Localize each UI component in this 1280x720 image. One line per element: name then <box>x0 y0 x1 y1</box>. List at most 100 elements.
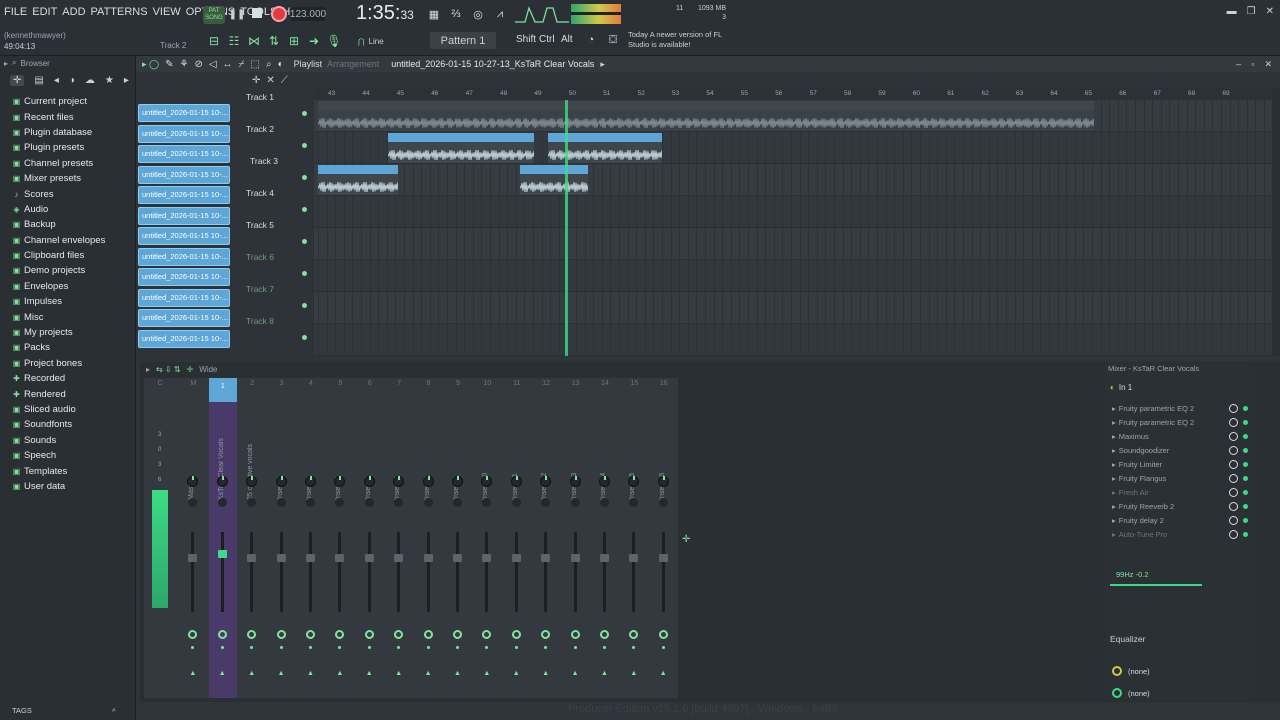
slot-enable-led[interactable] <box>1243 462 1248 467</box>
send-arrow-icon[interactable]: ▲ <box>366 670 373 677</box>
route-dot-icon[interactable] <box>397 646 401 649</box>
slot-expand-icon[interactable]: ▸ <box>1112 432 1116 441</box>
route-dot-icon[interactable] <box>426 646 430 649</box>
audio-clip[interactable]: untitled_2026-01-15 1..35_KsTaR Clear Vo… <box>388 133 534 163</box>
send-arrow-icon[interactable]: ▲ <box>454 670 461 677</box>
route-dot-icon[interactable] <box>661 646 665 649</box>
route-dot-icon[interactable] <box>338 646 342 649</box>
fx-enable-icon[interactable] <box>335 630 345 639</box>
pan-knob[interactable] <box>657 476 669 487</box>
pan-knob[interactable] <box>187 476 199 487</box>
pan-knob[interactable] <box>216 476 228 487</box>
slip-tool-icon[interactable]: ↔ <box>223 59 233 70</box>
browser-item[interactable]: ▣ Soundfonts <box>0 417 135 432</box>
track-mute-led[interactable] <box>302 335 307 340</box>
pan-knob[interactable] <box>305 476 316 487</box>
send-arrow-icon[interactable]: ▲ <box>660 670 667 677</box>
browser-item[interactable]: ▣ Channel envelopes <box>0 233 135 248</box>
typing-keyboard-icon[interactable]: ▦ <box>425 6 443 22</box>
browser-item[interactable]: ▣ User data <box>0 479 135 494</box>
stereo-knob[interactable] <box>217 498 227 507</box>
pat-song-toggle[interactable]: PAT SONG <box>203 6 225 24</box>
fx-enable-icon[interactable] <box>511 630 521 639</box>
pattern-selector[interactable]: Pattern 1 <box>430 32 496 49</box>
fx-enable-icon[interactable] <box>364 630 374 639</box>
browser-item[interactable]: ◈ Audio <box>0 202 135 217</box>
track-mute-led[interactable] <box>302 207 307 212</box>
select-tool-icon[interactable]: ⬚ <box>251 59 260 70</box>
stereo-knob[interactable] <box>306 498 315 507</box>
stereo-knob[interactable] <box>247 498 257 507</box>
pattern-clip[interactable]: untitled_2026-01-15 10-... <box>138 104 230 122</box>
slot-enable-led[interactable] <box>1243 490 1248 495</box>
track-lane[interactable] <box>314 324 1272 356</box>
volume-fader-track[interactable] <box>426 532 430 612</box>
menu-file[interactable]: FILE <box>4 6 27 18</box>
insert-slot[interactable]: ▸ Fruity parametric EQ 2 <box>1110 416 1248 429</box>
fx-enable-icon[interactable] <box>453 630 462 639</box>
close-icon[interactable]: ✕ <box>1266 6 1274 17</box>
tags-search-icon[interactable]: ⌕ <box>112 705 116 715</box>
slot-mix-knob-icon[interactable] <box>1229 488 1238 497</box>
track-label[interactable]: Track 2 <box>246 124 274 134</box>
route-dot-icon[interactable] <box>514 646 518 649</box>
browser-item[interactable]: ▣ Channel presets <box>0 156 135 171</box>
volume-fader-track[interactable] <box>632 532 636 612</box>
track-label[interactable]: Track 4 <box>246 188 274 198</box>
browser-all-icon[interactable]: ✛ <box>10 74 25 86</box>
browser-star-icon[interactable]: ★ <box>105 75 114 86</box>
track-mute-led[interactable] <box>302 271 307 276</box>
browser-item[interactable]: ▣ Plugin database <box>0 125 135 140</box>
playlist-scrollbar[interactable] <box>1272 88 1280 356</box>
output-select-1[interactable]: (none) <box>1110 664 1248 678</box>
ctrl-key[interactable]: Ctrl <box>539 34 555 45</box>
stereo-knob[interactable] <box>276 498 286 507</box>
browser-item[interactable]: ▣ Envelopes <box>0 279 135 294</box>
pl-x-icon[interactable]: ✕ <box>266 75 274 86</box>
menu-patterns[interactable]: PATTERNS <box>91 6 148 18</box>
browser-item[interactable]: ▣ My projects <box>0 325 135 340</box>
delete-tool-icon[interactable]: ⊘ <box>194 59 202 70</box>
pattern-clip[interactable]: untitled_2026-01-15 10-... <box>138 268 230 286</box>
slot-enable-led[interactable] <box>1243 476 1248 481</box>
browser-search-icon[interactable]: ⌕ <box>12 58 16 68</box>
track-lane[interactable] <box>314 260 1272 292</box>
route-dot-icon[interactable] <box>573 646 577 649</box>
mixer-strip[interactable]: 3 Insert 3 ▲ <box>268 378 296 698</box>
send-arrow-icon[interactable]: ▲ <box>336 670 343 677</box>
volume-fader-handle[interactable] <box>423 554 433 562</box>
pattern-clip[interactable]: untitled_2026-01-15 10-... <box>138 186 230 204</box>
stereo-knob[interactable] <box>600 498 609 507</box>
route-dot-icon[interactable] <box>544 646 548 649</box>
pan-knob[interactable] <box>540 476 552 487</box>
browser-more-icon[interactable]: ▸ <box>124 75 129 86</box>
send-arrow-icon[interactable]: ▲ <box>189 670 196 677</box>
mixer-strip[interactable]: 5 Insert 5 ▲ <box>326 378 354 698</box>
playback-tool-icon[interactable]: ◐ <box>278 59 284 70</box>
output-select-2[interactable]: (none) <box>1110 686 1248 700</box>
browser-item[interactable]: ♪ Scores <box>0 186 135 201</box>
fx-enable-icon[interactable] <box>306 630 315 639</box>
send-arrow-icon[interactable]: ▲ <box>601 670 608 677</box>
pl-wand-icon[interactable]: ⟋ <box>281 75 288 86</box>
volume-fader-handle[interactable] <box>276 554 286 562</box>
volume-fader-track[interactable] <box>191 532 195 612</box>
draw-tool-icon[interactable]: ✎ <box>165 59 173 70</box>
insert-input-select[interactable]: ◐ In 1 <box>1110 380 1236 394</box>
fx-enable-icon[interactable] <box>482 630 492 639</box>
slot-mix-knob-icon[interactable] <box>1229 460 1238 469</box>
pan-knob[interactable] <box>275 476 287 487</box>
mixer-strip[interactable]: 2 25 creative vocals ▲ <box>238 378 266 698</box>
slot-enable-led[interactable] <box>1243 518 1248 523</box>
pattern-clip[interactable]: untitled_2026-01-15 10-... <box>138 145 230 163</box>
volume-fader-handle[interactable] <box>364 554 374 562</box>
track-label[interactable]: Track 6 <box>246 252 274 262</box>
send-arrow-icon[interactable]: ▲ <box>248 670 255 677</box>
send-arrow-icon[interactable]: ▲ <box>630 670 637 677</box>
fx-enable-icon[interactable] <box>188 630 198 639</box>
insert-slot[interactable]: ▸ Maximus <box>1110 430 1248 443</box>
route-dot-icon[interactable] <box>220 646 224 649</box>
volume-fader-track[interactable] <box>544 532 548 612</box>
volume-fader-handle[interactable] <box>541 554 551 562</box>
slot-enable-led[interactable] <box>1243 504 1248 509</box>
